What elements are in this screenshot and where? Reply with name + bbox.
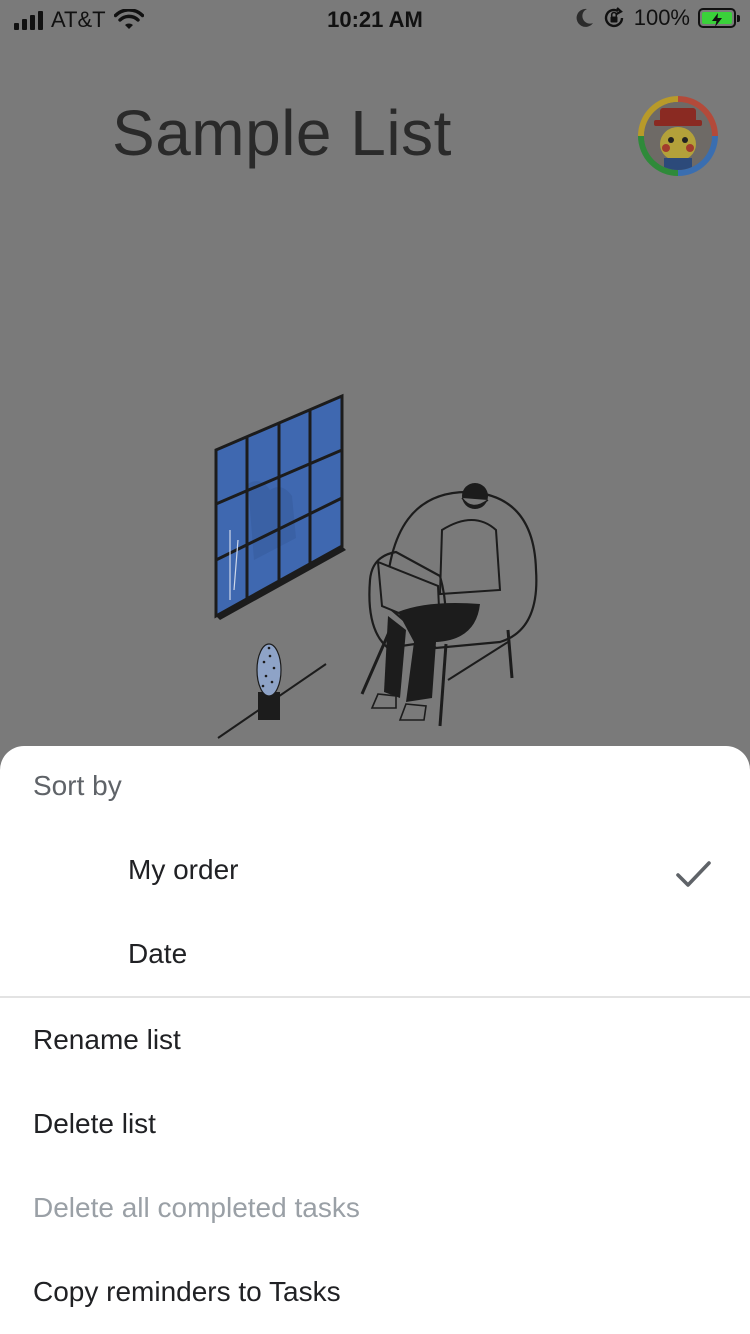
- battery-level: [702, 12, 732, 27]
- orientation-lock-icon: [604, 7, 623, 28]
- status-right: 100%: [574, 5, 740, 31]
- sort-option-label: Date: [128, 938, 188, 969]
- sort-option-date[interactable]: Date: [0, 914, 750, 998]
- menu-item-label: Delete all completed tasks: [33, 1192, 360, 1223]
- copy-reminders-button[interactable]: Copy reminders to Tasks: [0, 1250, 750, 1334]
- menu-item-label: Delete list: [33, 1108, 156, 1139]
- rename-list-button[interactable]: Rename list: [0, 998, 750, 1082]
- check-icon: [676, 861, 711, 887]
- page-title: Sample List: [112, 97, 452, 169]
- avatar-image: [644, 102, 712, 170]
- status-bar: AT&T 10:21 AM 100%: [0, 0, 750, 40]
- menu-item-label: Copy reminders to Tasks: [33, 1276, 341, 1307]
- moon-icon: [576, 8, 593, 27]
- empty-list-illustration: [200, 380, 560, 750]
- account-avatar-icon[interactable]: [638, 96, 718, 176]
- delete-completed-tasks-button: Delete all completed tasks: [0, 1166, 750, 1250]
- menu-item-label: Rename list: [33, 1024, 181, 1055]
- battery-percent: 100%: [633, 5, 690, 30]
- sort-option-label: My order: [128, 854, 239, 885]
- sort-by-heading: Sort by: [33, 770, 122, 801]
- sort-option-my-order[interactable]: My order: [0, 830, 750, 914]
- delete-list-button[interactable]: Delete list: [0, 1082, 750, 1166]
- list-options-sheet: Sort by My order Date Rename list Delete…: [0, 746, 750, 1334]
- battery-charging-icon: [698, 8, 740, 28]
